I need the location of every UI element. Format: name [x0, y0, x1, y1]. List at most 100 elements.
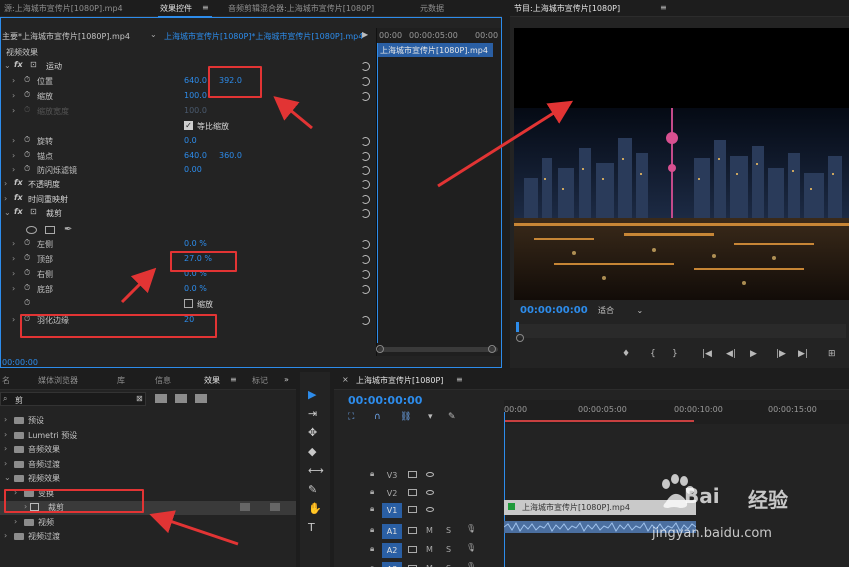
property-value[interactable]: 0.0 % [184, 284, 207, 293]
property-value[interactable]: 0.00 [184, 165, 202, 174]
effect-row[interactable]: › ⏱ 旋转 0.0 [0, 135, 376, 149]
toggle-sync-icon[interactable] [408, 527, 417, 534]
effect-row[interactable]: › ⏱ 防闪烁滤镜 0.00 [0, 164, 376, 178]
timeline-ruler[interactable]: 00:00 00:00:05:00 00:00:10:00 00:00:15:0… [504, 400, 849, 424]
effect-row[interactable]: ⌄ fx ⊡ 裁剪 [0, 207, 376, 221]
close-icon[interactable]: × [342, 375, 349, 384]
tab-menu-icon[interactable]: ≡ [202, 3, 209, 12]
toggle-sync-icon[interactable] [408, 489, 417, 496]
effect-row[interactable]: › ⏱ 缩放宽度 100.0 [0, 105, 376, 119]
disclosure-triangle-icon[interactable]: › [14, 517, 17, 526]
effect-row[interactable]: ✓ 等比缩放 [0, 120, 376, 134]
solo-button[interactable]: S [446, 526, 451, 535]
toggle-sync-icon[interactable] [408, 546, 417, 553]
tab-effects[interactable]: 效果 [204, 375, 220, 386]
disclosure-triangle-icon[interactable]: › [12, 106, 15, 115]
reset-icon[interactable] [361, 152, 370, 161]
program-scrubber[interactable] [516, 324, 846, 338]
reset-icon[interactable] [361, 285, 370, 294]
track-name[interactable]: V2 [382, 486, 402, 501]
stopwatch-icon[interactable]: ⏱ [24, 135, 30, 145]
effect-row[interactable]: ⏱ 缩放 [0, 298, 376, 312]
ellipse-mask-icon[interactable] [26, 226, 37, 234]
wrench-icon[interactable]: ✎ [448, 412, 456, 422]
tab-metadata[interactable]: 元数据 [420, 3, 444, 14]
checkbox-unchecked[interactable] [184, 299, 193, 308]
lock-icon[interactable]: 🔒︎ [370, 544, 374, 554]
track-name[interactable]: V3 [382, 468, 402, 483]
effect-row[interactable]: ⌄ fx ⊡ 运动 [0, 60, 376, 74]
mute-button[interactable]: M [426, 526, 433, 535]
clip-sequence-line[interactable]: 上海城市宣传片[1080P]*上海城市宣传片[1080P].mp4 [164, 31, 363, 42]
go-to-in-icon[interactable]: |◀ [702, 349, 712, 359]
scrollbar-left-handle[interactable] [376, 345, 384, 353]
slip-tool-icon[interactable]: ⟷ [308, 464, 324, 477]
razor-tool-icon[interactable]: ◆ [308, 445, 316, 458]
reset-icon[interactable] [361, 195, 370, 204]
checkbox-checked[interactable]: ✓ [184, 121, 193, 130]
effect-controls-timecode[interactable]: 00:00:00 [2, 358, 38, 367]
search-input[interactable]: 剪 [15, 395, 23, 406]
lock-icon[interactable]: 🔒︎ [370, 469, 374, 479]
reset-icon[interactable] [361, 255, 370, 264]
property-value[interactable]: 640.0 [184, 151, 207, 160]
add-marker-icon[interactable]: ♦ [622, 349, 630, 359]
reset-icon[interactable] [361, 209, 370, 218]
tree-item[interactable]: › 音频过渡 [0, 458, 296, 472]
tree-item[interactable]: ⌄ 视频效果 [0, 472, 296, 486]
property-value[interactable]: 100.0 [184, 91, 207, 100]
program-timecode[interactable]: 00:00:00:00 [520, 305, 588, 316]
insert-icon[interactable]: ⊞ [828, 349, 836, 359]
stopwatch-icon[interactable]: ⏱ [24, 283, 30, 293]
effect-row[interactable]: › fx 不透明度 [0, 178, 376, 192]
mini-timeline-scrollbar[interactable] [378, 347, 498, 352]
timeline-title[interactable]: 上海城市宣传片[1080P] [356, 375, 443, 386]
property-value[interactable]: 100.0 [184, 106, 207, 115]
tree-item[interactable]: › 视频 [0, 516, 296, 530]
disclosure-triangle-icon[interactable]: › [12, 284, 15, 293]
fit-dropdown[interactable]: 适合 ⌄ [598, 305, 654, 317]
reset-icon[interactable] [361, 180, 370, 189]
disclosure-triangle-icon[interactable]: › [12, 76, 15, 85]
disclosure-triangle-icon[interactable]: › [12, 269, 15, 278]
effects-search[interactable]: ⌕ 剪 [0, 392, 146, 406]
tree-item[interactable]: › Lumetri 预设 [0, 429, 296, 443]
ripple-edit-tool-icon[interactable]: ✥ [308, 426, 317, 439]
scrollbar-right-handle[interactable] [488, 345, 496, 353]
reset-icon[interactable] [361, 137, 370, 146]
step-forward-icon[interactable]: |▶ [776, 349, 786, 359]
tree-item[interactable]: › 音频效果 [0, 443, 296, 457]
track-name[interactable]: A3 [382, 562, 402, 567]
lock-icon[interactable]: 🔒︎ [370, 525, 374, 535]
disclosure-triangle-icon[interactable]: › [12, 315, 15, 324]
clip-source-line[interactable]: 主要*上海城市宣传片[1080P].mp4 [2, 31, 130, 42]
pen-tool-icon[interactable]: ✎ [308, 483, 317, 496]
lock-icon[interactable]: 🔒︎ [370, 504, 374, 514]
fx-badge-icon[interactable]: fx [14, 178, 23, 187]
eye-icon[interactable] [426, 507, 434, 512]
fx-badge-icon[interactable]: fx [14, 193, 23, 202]
new-bin-icon-3[interactable] [195, 394, 207, 403]
marker-icon[interactable]: ▾ [428, 412, 433, 422]
tab-menu-icon[interactable]: ≡ [456, 375, 463, 384]
tab-info[interactable]: 信息 [155, 375, 171, 386]
reset-icon[interactable] [361, 270, 370, 279]
stopwatch-icon[interactable]: ⏱ [24, 90, 30, 100]
tree-item[interactable]: › 预设 [0, 414, 296, 428]
tab-effect-controls[interactable]: 效果控件 [160, 3, 192, 14]
tab-markers[interactable]: 标记 [252, 375, 268, 386]
selection-tool-icon[interactable]: ▶ [308, 388, 316, 401]
stopwatch-icon[interactable]: ⏱ [24, 150, 30, 160]
new-bin-icon-2[interactable] [175, 394, 187, 403]
play-triangle-icon[interactable]: ▶ [362, 30, 368, 39]
reset-icon[interactable] [361, 166, 370, 175]
zoom-handle[interactable] [516, 334, 524, 342]
property-value-2[interactable]: 360.0 [219, 151, 242, 160]
reset-icon[interactable] [361, 240, 370, 249]
eye-icon[interactable] [426, 472, 434, 477]
effect-row[interactable]: › fx 时间重映射 [0, 193, 376, 207]
effect-row[interactable]: › ⏱ 左侧 0.0 % [0, 238, 376, 252]
effect-row[interactable]: › ⏱ 底部 0.0 % [0, 283, 376, 297]
lock-icon[interactable]: 🔒︎ [370, 563, 374, 567]
disclosure-triangle-icon[interactable]: › [12, 136, 15, 145]
